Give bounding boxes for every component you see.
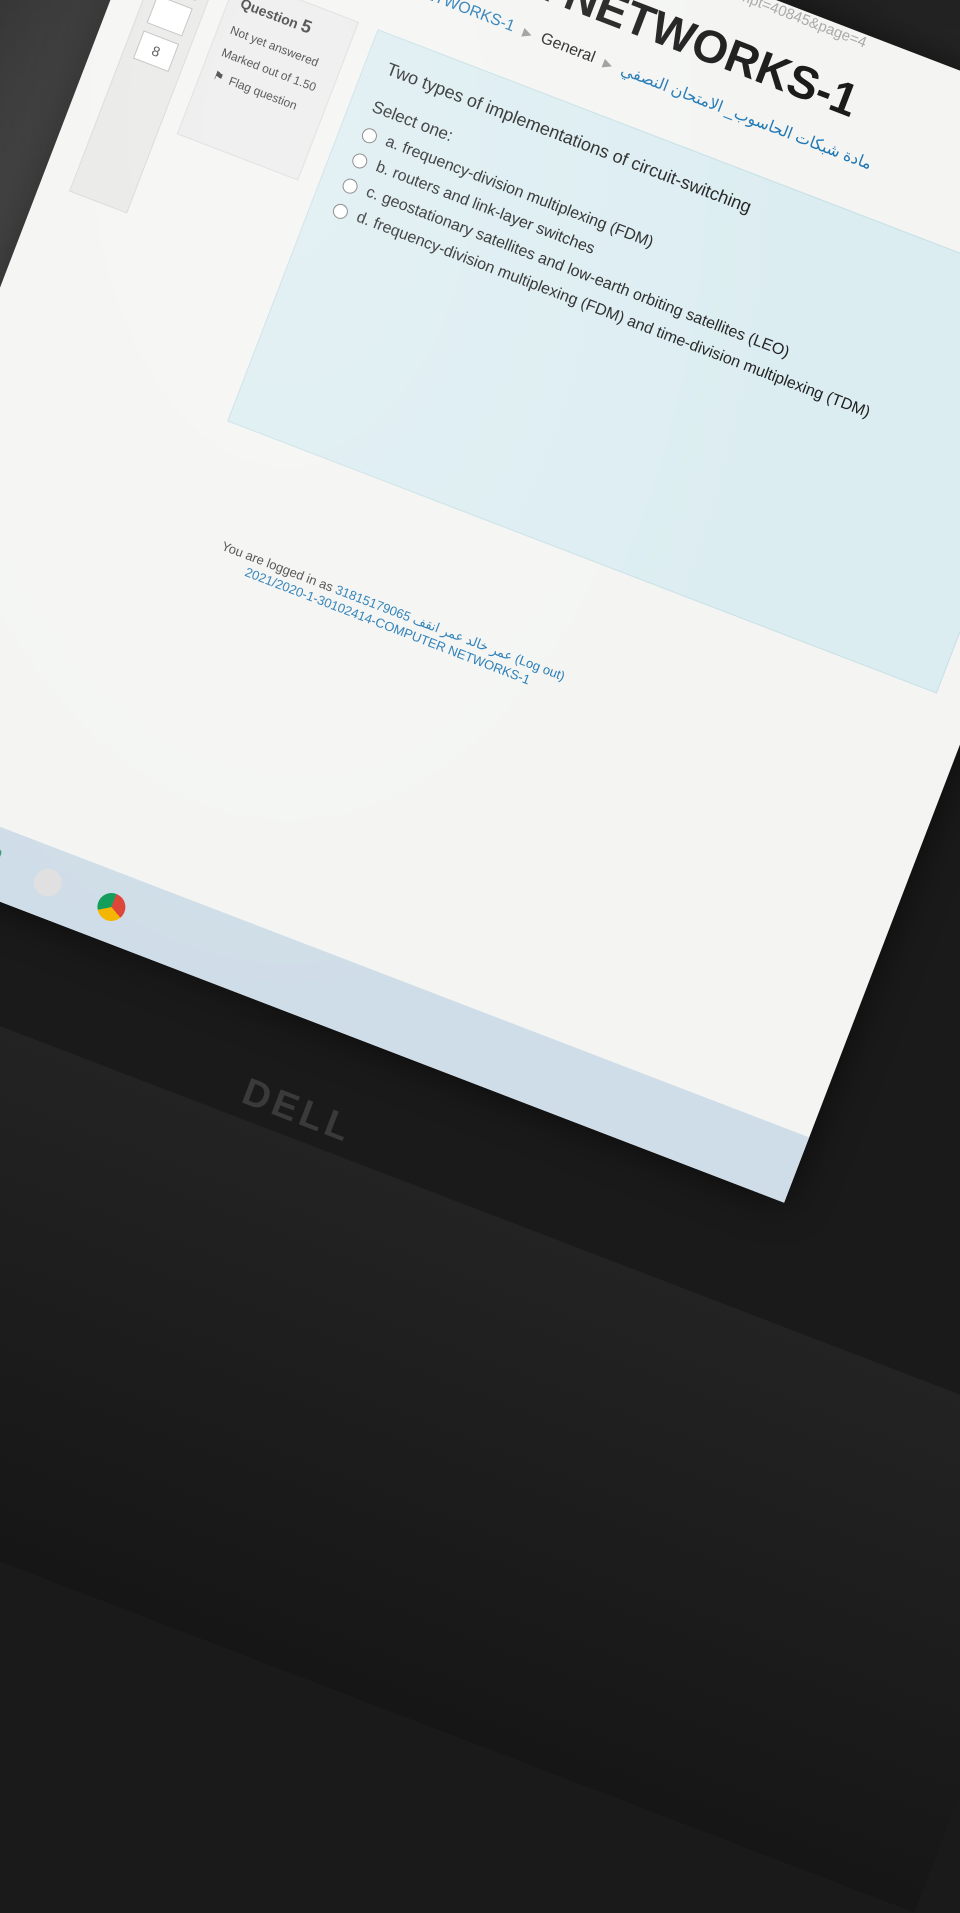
laptop-bezel	[0, 980, 960, 1913]
page-footer: You are logged in as 31815179065 عمر خال…	[214, 538, 567, 698]
radio-button[interactable]	[330, 201, 351, 221]
quiz-nav-button-blank[interactable]	[146, 0, 193, 37]
radio-button[interactable]	[359, 125, 380, 145]
breadcrumb-separator-icon: ▶	[520, 24, 535, 42]
cloud-icon[interactable]	[29, 864, 67, 901]
radio-button[interactable]	[340, 176, 360, 196]
footer-course-link[interactable]: 2021/2020-1-30102414-COMPUTER NETWORKS-1	[214, 553, 561, 698]
radio-button[interactable]	[350, 150, 370, 171]
quiz-nav-button-8[interactable]: 8	[132, 30, 180, 72]
laptop-screen: attempt=40845&page=4 2414-COMPUTER NETWO…	[0, 0, 960, 1203]
breadcrumb-general[interactable]: General	[538, 30, 597, 67]
flag-icon: ⚑	[211, 67, 227, 85]
chrome-icon[interactable]	[93, 888, 130, 926]
breadcrumb-separator-icon: ▶	[601, 55, 615, 73]
mail-icon[interactable]	[0, 840, 3, 877]
